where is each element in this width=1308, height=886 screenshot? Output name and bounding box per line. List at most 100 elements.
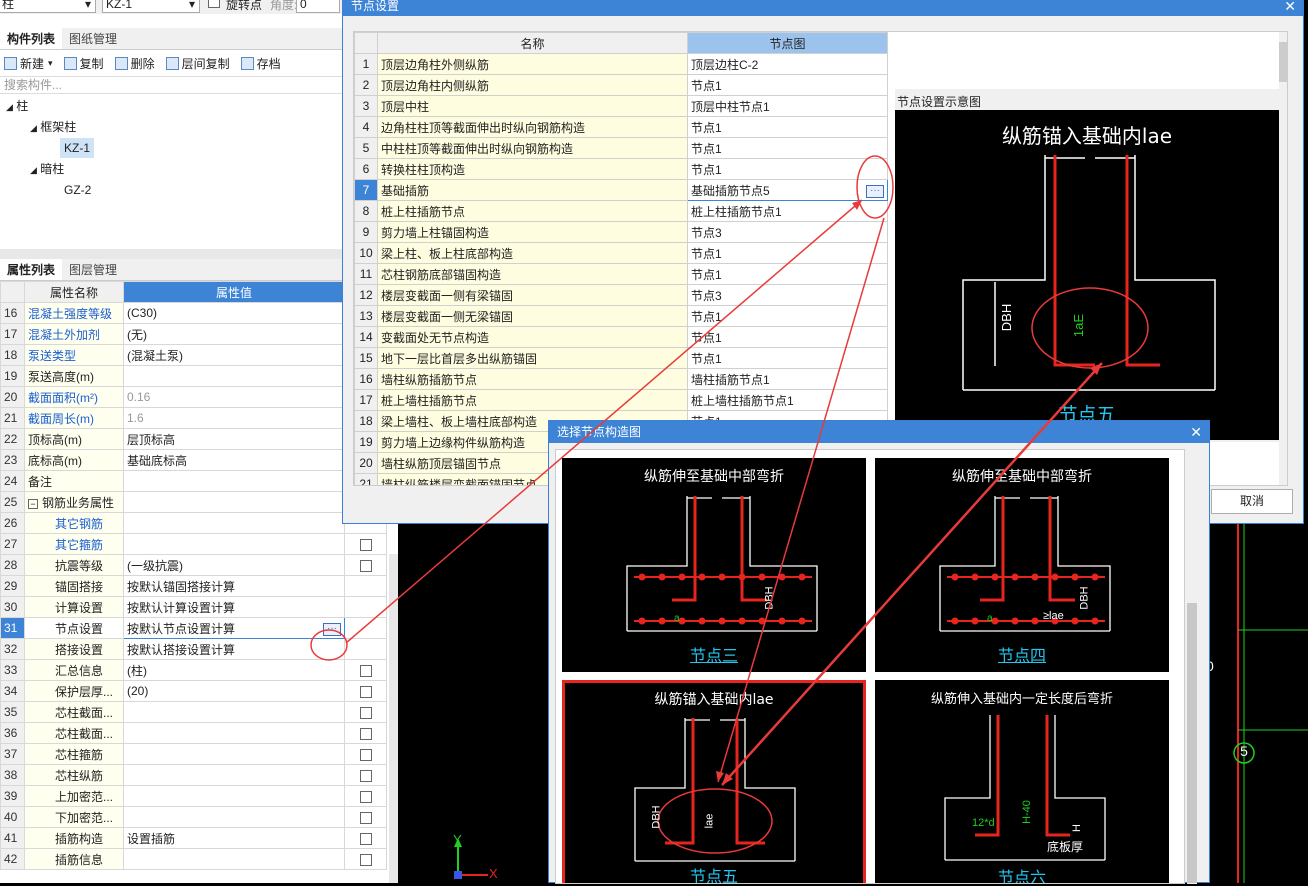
property-checkbox[interactable] <box>359 685 372 698</box>
property-value[interactable]: 按默认锚固搭接计算 <box>123 575 345 597</box>
property-row[interactable]: 41 插筋构造 设置插筋 <box>0 827 387 849</box>
property-row[interactable]: 25− 钢筋业务属性 <box>0 491 387 513</box>
cancel-button[interactable]: 取消 <box>1211 489 1293 514</box>
node-row[interactable]: 6 转换柱柱顶构造 节点1 <box>354 158 888 180</box>
rotate-point-checkbox[interactable] <box>208 0 220 8</box>
property-checkbox[interactable] <box>359 664 372 677</box>
property-check-cell[interactable] <box>344 827 387 849</box>
property-value[interactable] <box>123 512 345 534</box>
node-value[interactable]: 节点1 <box>687 74 888 96</box>
node-value[interactable]: 基础插筋节点5 ··· <box>687 179 888 201</box>
property-check-cell[interactable] <box>344 554 387 576</box>
node-value[interactable]: 节点1 <box>687 347 888 369</box>
property-check-cell[interactable] <box>344 701 387 723</box>
property-value[interactable] <box>123 533 345 555</box>
property-value[interactable] <box>123 722 345 744</box>
node-row[interactable]: 8 桩上柱插筋节点 桩上柱插筋节点1 <box>354 200 888 222</box>
node-row[interactable]: 16 墙柱纵筋插筋节点 墙柱插筋节点1 <box>354 368 888 390</box>
property-row[interactable]: 27 其它箍筋 <box>0 533 387 555</box>
more-options-icon[interactable]: ··· <box>323 622 341 636</box>
tree-item-kz1[interactable]: KZ-1 <box>60 138 95 158</box>
node-value[interactable]: 节点1 <box>687 242 888 264</box>
property-row[interactable]: 23 底标高(m) 基础底标高 <box>0 449 387 471</box>
property-row[interactable]: 33 汇总信息 (柱) <box>0 659 387 681</box>
property-checkbox[interactable] <box>359 727 372 740</box>
tab-layer-manage[interactable]: 图层管理 <box>62 259 124 280</box>
node-row[interactable]: 1 顶层边角柱外侧纵筋 顶层边柱C-2 <box>354 53 888 75</box>
property-checkbox[interactable] <box>359 748 372 761</box>
tree-group-hidden-column[interactable]: ◢ 暗柱 <box>30 159 64 180</box>
property-row[interactable]: 26 其它钢筋 <box>0 512 387 534</box>
node-row[interactable]: 2 顶层边角柱内侧纵筋 节点1 <box>354 74 888 96</box>
node-value[interactable]: 顶层边柱C-2 <box>687 53 888 75</box>
property-checkbox[interactable] <box>359 559 372 572</box>
property-value[interactable] <box>123 806 345 828</box>
node-value[interactable]: 桩上墙柱插筋节点1 <box>687 389 888 411</box>
property-value[interactable] <box>123 701 345 723</box>
property-value[interactable]: (一级抗震) <box>123 554 345 576</box>
node-value[interactable]: 节点3 <box>687 284 888 306</box>
property-value[interactable] <box>123 365 345 387</box>
property-check-cell[interactable] <box>344 680 387 702</box>
tree-group-frame-column[interactable]: ◢ 框架柱 <box>30 117 76 138</box>
property-row[interactable]: 37 芯柱箍筋 <box>0 743 387 765</box>
property-row[interactable]: 38 芯柱纵筋 <box>0 764 387 786</box>
property-value[interactable] <box>123 470 345 492</box>
property-row[interactable]: 34 保护层厚... (20) <box>0 680 387 702</box>
node-value[interactable]: 节点1 <box>687 158 888 180</box>
property-row[interactable]: 20 截面面积(m²) 0.16 <box>0 386 387 408</box>
close-icon[interactable]: ✕ <box>1190 421 1202 443</box>
tab-drawing-manage[interactable]: 图纸管理 <box>62 28 124 49</box>
node-value[interactable]: 桩上柱插筋节点1 <box>687 200 888 222</box>
property-row[interactable]: 42 插筋信息 <box>0 848 387 870</box>
node-option-3[interactable]: 纵筋伸至基础中部弯折 a DBH 节点三 <box>562 458 866 672</box>
property-value[interactable]: 设置插筋 <box>123 827 345 849</box>
property-check-cell[interactable] <box>344 806 387 828</box>
property-checkbox[interactable] <box>359 769 372 782</box>
copy-button[interactable]: 复制 <box>63 55 104 72</box>
property-value[interactable]: 1.6 <box>123 407 345 429</box>
node-row[interactable]: 5 中柱柱顶等截面伸出时纵向钢筋构造 节点1 <box>354 137 888 159</box>
node-value[interactable]: 节点1 <box>687 263 888 285</box>
property-row[interactable]: 31 节点设置 按默认节点设置计算 ··· <box>0 617 387 639</box>
property-value[interactable] <box>123 848 345 870</box>
property-value[interactable]: (20) <box>123 680 345 702</box>
node-value[interactable]: 节点3 <box>687 221 888 243</box>
node-row[interactable]: 3 顶层中柱 顶层中柱节点1 <box>354 95 888 117</box>
node-row[interactable]: 12 楼层变截面一侧有梁锚固 节点3 <box>354 284 888 306</box>
property-row[interactable]: 19 泵送高度(m) <box>0 365 387 387</box>
property-row[interactable]: 30 计算设置 按默认计算设置计算 <box>0 596 387 618</box>
property-row[interactable]: 40 下加密范... <box>0 806 387 828</box>
property-value[interactable]: 按默认搭接设置计算 <box>123 638 345 660</box>
property-check-cell[interactable] <box>344 659 387 681</box>
archive-button[interactable]: 存档 <box>240 55 281 72</box>
element-name-combo[interactable]: KZ-1 ▾ <box>102 0 200 13</box>
property-checkbox[interactable] <box>359 706 372 719</box>
node-row[interactable]: 13 楼层变截面一侧无梁锚固 节点1 <box>354 305 888 327</box>
property-value[interactable]: 基础底标高 <box>123 449 345 471</box>
property-check-cell[interactable] <box>344 848 387 870</box>
property-row[interactable]: 17 混凝土外加剂 (无) <box>0 323 387 345</box>
new-button[interactable]: 新建 ▾ <box>4 55 53 72</box>
property-row[interactable]: 18 泵送类型 (混凝土泵) <box>0 344 387 366</box>
property-row[interactable]: 16 混凝土强度等级 (C30) <box>0 302 387 324</box>
gallery-scrollbar[interactable] <box>1187 457 1197 884</box>
property-checkbox[interactable] <box>359 538 372 551</box>
node-option-5-selected[interactable]: 纵筋锚入基础内lae DBH lae 节点五 <box>562 680 866 883</box>
property-value[interactable] <box>123 785 345 807</box>
node-row[interactable]: 15 地下一层比首层多出纵筋锚固 节点1 <box>354 347 888 369</box>
component-search-input[interactable]: 搜索构件... <box>0 76 398 94</box>
property-check-cell[interactable] <box>344 785 387 807</box>
property-value[interactable]: 0.16 <box>123 386 345 408</box>
floor-copy-button[interactable]: 层间复制 <box>165 55 230 72</box>
tree-item-gz2[interactable]: GZ-2 <box>64 180 91 200</box>
property-row[interactable]: 29 锚固搭接 按默认锚固搭接计算 <box>0 575 387 597</box>
node-row[interactable]: 4 边角柱柱顶等截面伸出时纵向钢筋构造 节点1 <box>354 116 888 138</box>
node-row[interactable]: 14 变截面处无节点构造 节点1 <box>354 326 888 348</box>
property-checkbox[interactable] <box>359 832 372 845</box>
node-value[interactable]: 节点1 <box>687 305 888 327</box>
property-row[interactable]: 36 芯柱截面... <box>0 722 387 744</box>
property-check-cell[interactable] <box>344 743 387 765</box>
property-row[interactable]: 24 备注 <box>0 470 387 492</box>
property-row[interactable]: 28 抗震等级 (一级抗震) <box>0 554 387 576</box>
